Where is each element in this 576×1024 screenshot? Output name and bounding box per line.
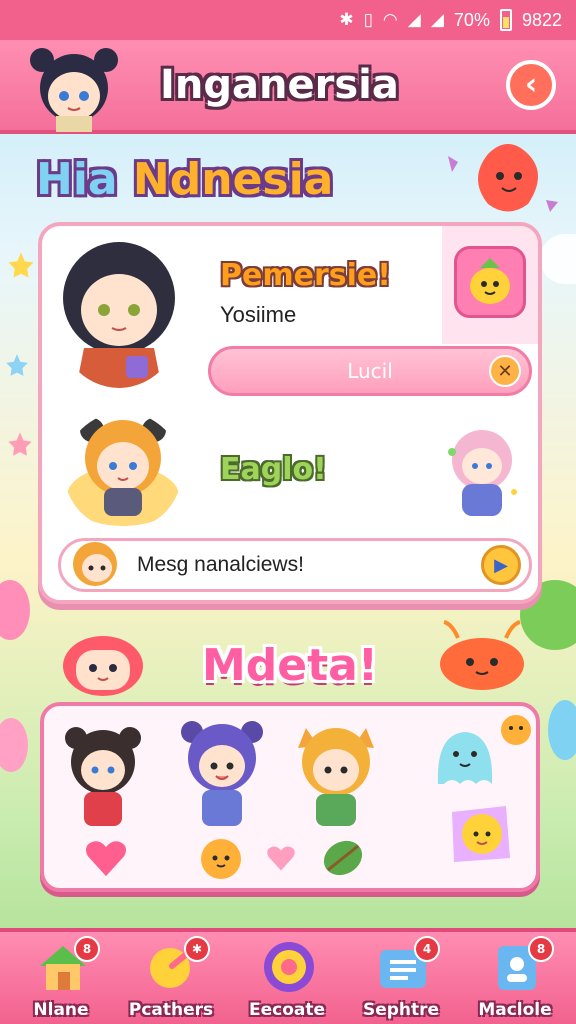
close-icon: ✕ [497,360,513,382]
nav-item-create[interactable]: Eecoate [232,936,342,1024]
star-icon [6,354,28,376]
character-avatar-pink-hair[interactable] [438,422,526,522]
status-clock: 9822 [521,9,562,30]
section-title-part-a: Hia [36,154,133,205]
candy-mascot-icon [448,144,558,212]
character-avatar-orange-hair[interactable] [64,412,182,530]
nav-badge: 8 [528,936,554,962]
gallery-character-bear-girl[interactable] [58,722,148,832]
section-title: Hia Ndnesia [36,154,333,205]
nav-badge: ✱ [184,936,210,962]
gallery-character-orange-fox[interactable] [288,718,384,832]
app-header: Inganersia ‹ [0,40,576,134]
nav-badge: 8 [74,936,100,962]
play-icon: ▶ [494,554,508,576]
nav-badge: 4 [414,936,440,962]
message-avatar [73,542,117,586]
target-icon [264,942,314,992]
message-text: Mesg nanalciews! [137,553,304,576]
back-button[interactable]: ‹ [506,60,556,110]
pineapple-sticker-button[interactable] [454,246,526,318]
orange-sticker-icon[interactable] [196,832,246,882]
heart-icon[interactable] [84,838,128,878]
nav-label: Pcathers [128,1000,214,1020]
clear-input-button[interactable]: ✕ [489,355,521,387]
signal-icon-2: ◢ [430,10,444,29]
app-title: Inganersia [160,62,399,108]
balloon-decoration [0,580,30,640]
signal-icon: ◢ [407,10,421,29]
bottom-navigation: 8 Nlane ✱ Pcathers Eecoate 4 Sephtre 8 M… [0,928,576,1024]
name-input-value: Lucil [347,359,393,383]
slime-mascot-icon [440,620,524,690]
headline-secondary: Eaglo! [220,452,327,487]
profile-card: Pemersie! Yosiime Lucil ✕ Eaglo! Mesg na… [38,222,542,604]
yellow-character-sticker-icon[interactable] [446,802,516,866]
small-heart-icon[interactable] [266,844,296,872]
bluetooth-icon: ✱ [339,10,354,29]
gallery-title: Mdeta! [202,640,378,691]
battery-percent: 70% [453,9,490,30]
cloud-decoration [540,234,576,284]
nav-item-feathers[interactable]: ✱ Pcathers [116,936,226,1024]
nav-label: Sephtre [362,1000,440,1020]
star-icon [8,432,32,456]
leaf-sticker-icon[interactable] [320,836,366,880]
send-button[interactable]: ▶ [481,545,521,585]
section-title-part-b: Ndnesia [132,154,334,205]
nav-label: Maclole [478,1000,552,1020]
pineapple-icon [470,258,510,304]
balloon-decoration [0,718,28,772]
star-icon [8,252,34,278]
gallery-character-purple-hair[interactable] [174,716,270,832]
nav-item-home[interactable]: 8 Nlane [6,936,116,1024]
status-bar: ✱ ▯ ◠ ◢ ◢ 70% 9822 [0,0,576,40]
wifi-icon: ◠ [382,10,398,29]
back-arrow-icon: ‹ [524,67,538,102]
message-bar[interactable]: Mesg nanalciews! ▶ [58,538,532,592]
name-input[interactable]: Lucil ✕ [208,346,532,396]
vibrate-icon: ▯ [363,10,373,29]
strawberry-mascot-icon [63,636,143,696]
character-avatar-dark-hair[interactable] [54,238,184,388]
nav-label: Eecoate [248,1000,326,1020]
character-gallery [40,702,540,892]
balloon-decoration [548,700,576,760]
nav-item-profile[interactable]: 8 Maclole [460,936,570,1024]
ghost-sticker-icon[interactable] [428,724,502,788]
nav-label: Nlane [33,1000,89,1020]
nav-item-mail[interactable]: 4 Sephtre [346,936,456,1024]
headline-primary: Pemersie! [220,258,391,293]
sun-sticker-icon[interactable] [498,712,534,748]
headline-subtitle: Yosiime [220,302,297,327]
header-avatar-icon [30,48,118,132]
battery-icon [499,9,512,31]
